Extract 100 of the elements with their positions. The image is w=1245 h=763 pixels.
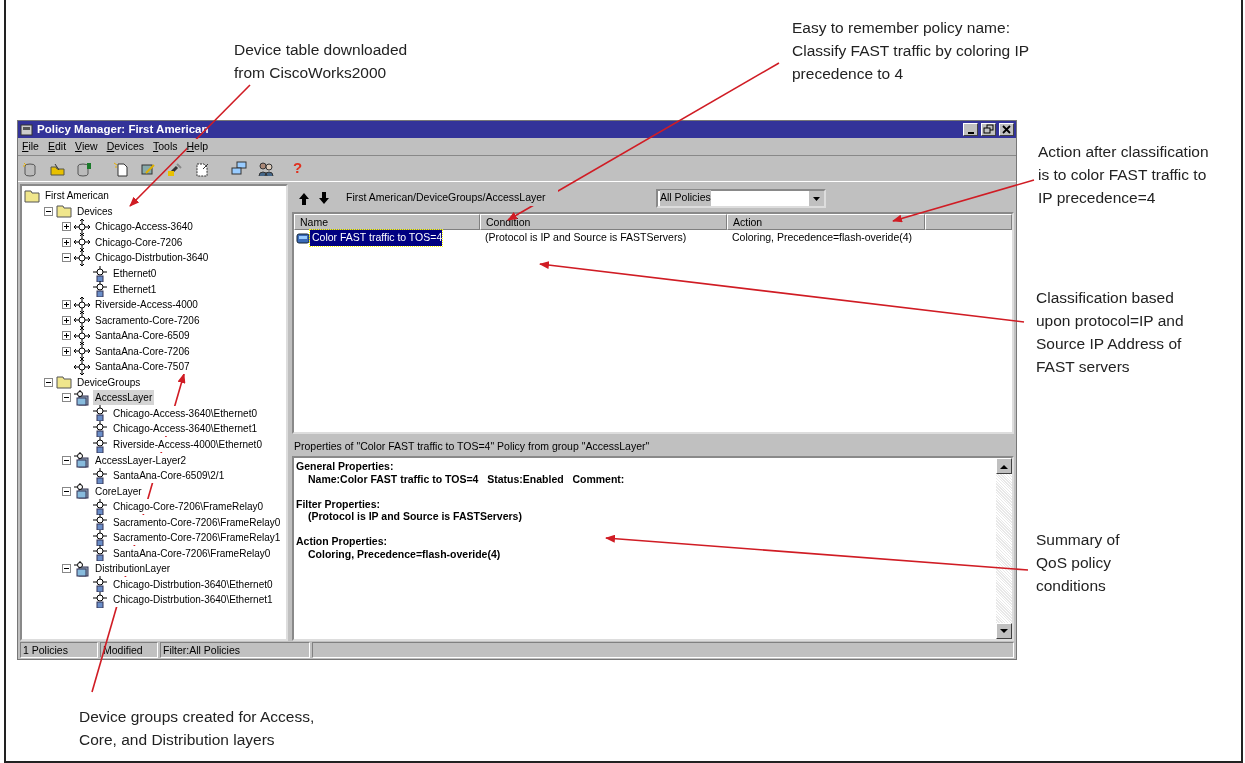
tree-item[interactable]: Chicago-Core-7206\FrameRelay0 bbox=[111, 499, 266, 515]
column-header[interactable]: Condition bbox=[480, 214, 727, 230]
policy-name[interactable]: Color FAST traffic to TOS=4 bbox=[310, 230, 443, 246]
network-interface-icon bbox=[92, 529, 108, 546]
tree-item[interactable]: DistributionLayer bbox=[93, 561, 173, 577]
expand-icon[interactable] bbox=[62, 300, 71, 310]
network-interface-icon bbox=[92, 421, 108, 437]
minimize-icon bbox=[967, 132, 974, 134]
scrollbar[interactable] bbox=[996, 458, 1012, 639]
network-node-icon bbox=[74, 296, 90, 313]
callout-text: Classification based upon protocol=IP and Source IP Address of FAST servers bbox=[1036, 288, 1184, 377]
section-heading: Filter Properties: bbox=[296, 497, 382, 510]
minimize-button[interactable] bbox=[963, 123, 978, 136]
folder-icon bbox=[24, 187, 40, 204]
folder-icon bbox=[56, 374, 72, 391]
tree-item[interactable]: Chicago-Access-3640\Ethernet0 bbox=[111, 405, 259, 421]
up-arrow-icon[interactable] bbox=[298, 191, 310, 205]
down-triangle-icon bbox=[1000, 628, 1008, 634]
tool-icon[interactable] bbox=[167, 160, 183, 177]
network-node-icon bbox=[74, 343, 90, 360]
property-text: Name:Color FAST traffic to TOS=4 Status:Enabled Comment: bbox=[307, 472, 626, 485]
expand-icon[interactable] bbox=[62, 237, 71, 247]
collapse-icon[interactable] bbox=[62, 253, 71, 263]
people-icon[interactable] bbox=[258, 160, 274, 177]
tree-item[interactable]: Riverside-Access-4000\Ethernet0 bbox=[111, 437, 264, 452]
tree-item[interactable]: AccessLayer-Layer2 bbox=[93, 452, 189, 468]
network-node-icon bbox=[74, 312, 90, 329]
network-interface-icon bbox=[92, 405, 108, 422]
network-interface-icon bbox=[92, 281, 108, 298]
callout-text: Device table downloaded from CiscoWorks2000 bbox=[234, 40, 408, 83]
callout-text: Summary of QoS policy conditions bbox=[1036, 530, 1120, 596]
network-interface-icon bbox=[92, 514, 108, 531]
filter-dropdown[interactable]: All Policies bbox=[656, 188, 826, 208]
network-node-icon bbox=[74, 234, 90, 251]
folder-icon bbox=[56, 203, 72, 220]
network-node-icon bbox=[74, 358, 90, 375]
network-interface-icon bbox=[92, 498, 108, 515]
collapse-icon[interactable] bbox=[62, 486, 71, 496]
close-icon bbox=[1001, 124, 1012, 135]
up-triangle-icon bbox=[1000, 463, 1008, 469]
property-text: Coloring, Precedence=flash-overide(4) bbox=[307, 547, 502, 560]
network-interface-icon bbox=[92, 576, 108, 593]
expand-icon[interactable] bbox=[62, 222, 71, 232]
path-text: First American/DeviceGroups/AccessLayer bbox=[346, 190, 558, 206]
table-cell-text: (Protocol is IP and Source is FASTServers) bbox=[484, 230, 688, 246]
collapse-icon[interactable] bbox=[62, 455, 71, 465]
collapse-icon[interactable] bbox=[62, 393, 71, 403]
tree-item[interactable]: SantaAna-Core-7507 bbox=[93, 359, 192, 375]
callout-text: Easy to remember policy name: Classify FAST traffic by coloring IP precedence to 4 bbox=[792, 18, 1030, 84]
database-icon[interactable] bbox=[76, 160, 92, 177]
tree-item[interactable]: SantaAna-Core-7206\FrameRelay0 bbox=[111, 545, 273, 561]
status-text: Filter:All Policies bbox=[160, 642, 310, 658]
tree-item[interactable]: Chicago-Distrbution-3640\Ethernet1 bbox=[111, 592, 275, 608]
property-text: (Protocol is IP and Source is FASTServers) bbox=[307, 510, 523, 523]
network-interface-icon bbox=[92, 265, 108, 282]
section-heading: General Properties: bbox=[296, 460, 395, 473]
device-group-icon bbox=[74, 560, 90, 577]
table-cell-text: Coloring, Precedence=flash-overide(4) bbox=[731, 230, 914, 246]
callout-text: Action after classification is to color FAST traffic to IP precedence=4 bbox=[1038, 142, 1209, 208]
collapse-icon[interactable] bbox=[44, 377, 53, 387]
close-button[interactable] bbox=[999, 123, 1014, 136]
tree-item[interactable]: Chicago-Distrbution-3640 bbox=[93, 250, 211, 266]
status-text: Modified bbox=[100, 642, 158, 658]
new-document-icon[interactable] bbox=[113, 160, 129, 177]
tree-item[interactable]: Chicago-Access-3640\Ethernet1 bbox=[111, 421, 259, 437]
network-interface-icon bbox=[92, 436, 108, 453]
tree-item[interactable]: Chicago-Access-3640 bbox=[93, 219, 195, 235]
policy-icon bbox=[296, 232, 310, 244]
section-heading: Action Properties: bbox=[296, 535, 388, 548]
database-icon[interactable] bbox=[22, 160, 38, 177]
restore-icon bbox=[983, 124, 994, 135]
status-text: 1 Policies bbox=[20, 642, 98, 658]
callout-text: Device groups created for Access, Core, and Distribution layers bbox=[79, 707, 315, 750]
collapse-icon[interactable] bbox=[44, 206, 53, 216]
network-interface-icon bbox=[92, 467, 108, 484]
expand-icon[interactable] bbox=[62, 346, 71, 356]
network-node-icon bbox=[74, 249, 90, 266]
network-interface-icon bbox=[92, 545, 108, 562]
tree-item[interactable]: SantaAna-Core-6509\2/1 bbox=[111, 468, 227, 484]
tree-item[interactable]: Chicago-Distrbution-3640\Ethernet0 bbox=[111, 576, 275, 592]
tree-item[interactable]: Sacramento-Core-7206\FrameRelay0 bbox=[111, 514, 283, 530]
expand-icon[interactable] bbox=[62, 315, 71, 325]
device-group-icon bbox=[74, 452, 90, 469]
window-title: Policy Manager: First American bbox=[37, 121, 210, 137]
scroll-down-button[interactable] bbox=[996, 623, 1012, 639]
properties-caption: Properties of "Color FAST traffic to TOS=4" Policy from group "AccessLayer" bbox=[294, 438, 650, 454]
app-icon bbox=[20, 123, 34, 136]
tree-item[interactable]: Sacramento-Core-7206\FrameRelay1 bbox=[111, 530, 283, 546]
document-icon[interactable] bbox=[194, 160, 210, 177]
down-arrow-icon[interactable] bbox=[318, 191, 330, 205]
column-header[interactable]: Name bbox=[294, 214, 480, 230]
tree-item[interactable]: AccessLayer bbox=[93, 390, 155, 406]
column-header[interactable]: Action bbox=[727, 214, 925, 230]
computers-icon[interactable] bbox=[231, 160, 247, 177]
expand-icon[interactable] bbox=[62, 331, 71, 341]
collapse-icon[interactable] bbox=[62, 564, 71, 574]
device-group-icon bbox=[74, 483, 90, 500]
menu-item[interactable]: Help bbox=[186, 138, 209, 155]
scroll-up-button[interactable] bbox=[996, 458, 1012, 474]
restore-button[interactable] bbox=[981, 123, 996, 136]
